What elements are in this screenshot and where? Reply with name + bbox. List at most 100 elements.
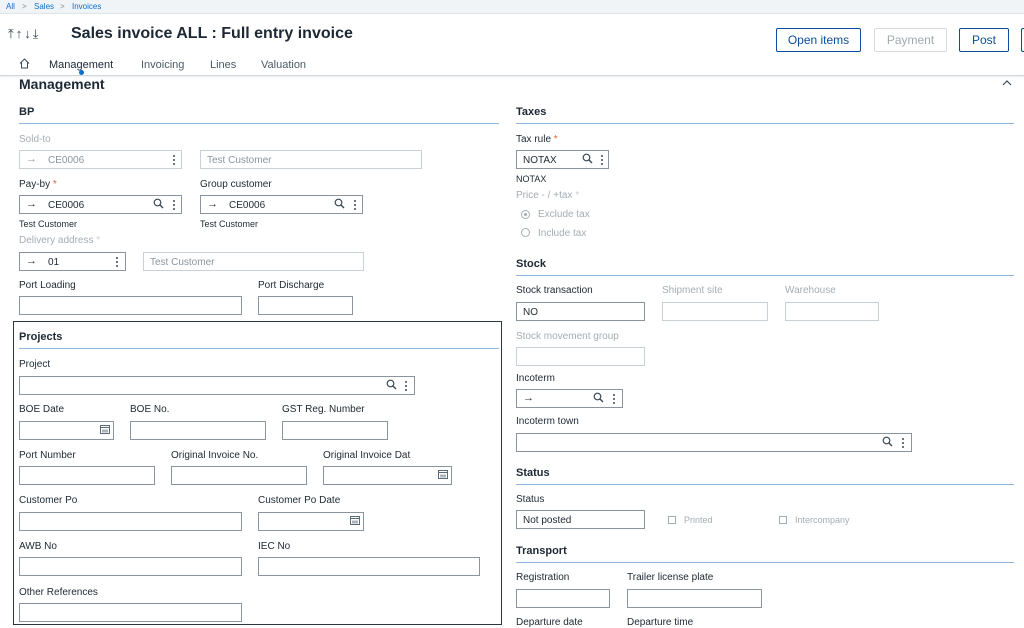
incoterm-town-field[interactable]	[516, 433, 912, 452]
divider	[516, 275, 1014, 276]
gst-reg-label: GST Reg. Number	[282, 404, 365, 415]
sold-to-value: CE0006	[48, 155, 85, 166]
sold-to-field[interactable]: → CE0006	[19, 150, 182, 169]
include-tax-label: Include tax	[538, 228, 587, 239]
group-title-projects: Projects	[19, 331, 63, 343]
more-options-icon[interactable]	[116, 256, 119, 267]
tab-valuation[interactable]: Valuation	[261, 59, 306, 71]
search-icon[interactable]	[334, 198, 345, 212]
registration-input[interactable]	[516, 589, 610, 608]
original-invoice-no-input[interactable]	[171, 466, 307, 485]
record-navigation: ⤒↑↓⤓	[8, 26, 41, 42]
next-record-icon[interactable]: ↓	[24, 26, 33, 41]
iec-no-input[interactable]	[258, 557, 480, 576]
delivery-address-value: 01	[48, 257, 60, 268]
link-arrow-icon[interactable]: →	[26, 255, 37, 267]
shipment-site-input[interactable]	[662, 302, 768, 321]
calendar-icon[interactable]	[438, 469, 448, 482]
open-items-button[interactable]: Open items	[776, 28, 861, 52]
search-icon[interactable]	[593, 392, 604, 406]
previous-record-icon[interactable]: ↑	[16, 26, 25, 41]
stock-movement-group-input[interactable]	[516, 347, 645, 366]
more-options-icon[interactable]	[601, 154, 604, 165]
search-icon[interactable]	[153, 198, 164, 212]
breadcrumb-all[interactable]: All	[6, 2, 15, 11]
tab-lines[interactable]: Lines	[210, 59, 236, 71]
more-options-icon[interactable]	[902, 437, 905, 448]
pay-by-field[interactable]: → CE0006	[19, 195, 182, 214]
printed-checkbox[interactable]	[668, 516, 676, 524]
exclude-tax-radio[interactable]	[521, 210, 530, 219]
more-options-icon[interactable]	[173, 154, 176, 165]
boe-date-input[interactable]	[19, 421, 114, 440]
breadcrumb: All > Sales > Invoices	[0, 0, 1024, 14]
search-icon[interactable]	[582, 153, 593, 167]
group-title-transport: Transport	[516, 545, 567, 557]
link-arrow-icon[interactable]: →	[523, 392, 534, 404]
calendar-icon[interactable]	[350, 515, 360, 528]
original-invoice-date-input[interactable]	[323, 466, 452, 485]
section-title: Management	[19, 76, 105, 92]
calendar-icon[interactable]	[100, 424, 110, 437]
collapse-icon[interactable]	[1002, 78, 1012, 90]
port-discharge-input[interactable]	[258, 296, 353, 315]
divider	[516, 484, 1014, 485]
intercompany-checkbox[interactable]	[779, 516, 787, 524]
include-tax-radio[interactable]	[521, 228, 530, 237]
price-tax-label: Price - / +tax *	[516, 190, 580, 201]
divider	[19, 123, 499, 124]
post-button[interactable]: Post	[959, 28, 1009, 52]
more-options-icon[interactable]	[173, 199, 176, 210]
more-options-icon[interactable]	[613, 393, 616, 404]
more-options-icon[interactable]	[354, 199, 357, 210]
departure-date-label: Departure date	[516, 617, 583, 628]
group-title-stock: Stock	[516, 258, 546, 270]
payment-button[interactable]: Payment	[874, 28, 947, 52]
delivery-address-field[interactable]: → 01	[19, 252, 126, 271]
boe-no-input[interactable]	[130, 421, 266, 440]
boe-date-label: BOE Date	[19, 404, 65, 415]
warehouse-label: Warehouse	[785, 285, 836, 296]
port-loading-input[interactable]	[19, 296, 242, 315]
tax-rule-field[interactable]: NOTAX	[516, 150, 609, 169]
breadcrumb-sales[interactable]: Sales	[34, 2, 54, 11]
customer-po-date-input[interactable]	[258, 512, 364, 531]
tax-rule-label: Tax rule *	[516, 134, 558, 145]
tab-invoicing[interactable]: Invoicing	[141, 59, 184, 71]
page-header: ⤒↑↓⤓ Sales invoice ALL : Full entry invo…	[0, 14, 1024, 76]
home-icon[interactable]	[19, 58, 30, 72]
group-customer-field[interactable]: → CE0006	[200, 195, 363, 214]
delivery-address-name-field: Test Customer	[143, 252, 364, 271]
port-number-input[interactable]	[19, 466, 155, 485]
breadcrumb-invoices[interactable]: Invoices	[72, 2, 101, 11]
search-icon[interactable]	[386, 379, 397, 393]
boe-no-label: BOE No.	[130, 404, 170, 415]
link-arrow-icon[interactable]: →	[207, 198, 218, 210]
stock-transaction-input[interactable]: NO	[516, 302, 645, 321]
tax-rule-value: NOTAX	[523, 155, 557, 166]
project-field[interactable]	[19, 376, 415, 395]
stock-transaction-label: Stock transaction	[516, 285, 593, 296]
divider	[516, 562, 1014, 563]
shipment-site-label: Shipment site	[662, 285, 723, 296]
trailer-license-plate-input[interactable]	[627, 589, 762, 608]
original-invoice-date-label: Original Invoice Dat	[323, 450, 411, 461]
incoterm-field[interactable]: →	[516, 389, 623, 408]
search-icon[interactable]	[882, 436, 893, 450]
other-references-input[interactable]	[19, 603, 242, 622]
gst-reg-input[interactable]	[282, 421, 388, 440]
awb-no-input[interactable]	[19, 557, 242, 576]
first-record-icon[interactable]: ⤒	[8, 26, 16, 41]
last-record-icon[interactable]: ⤓	[33, 26, 41, 41]
customer-po-input[interactable]	[19, 512, 242, 531]
link-arrow-icon[interactable]: →	[26, 198, 37, 210]
more-options-icon[interactable]	[405, 380, 408, 391]
breadcrumb-separator: >	[22, 2, 27, 11]
group-customer-label: Group customer	[200, 179, 272, 190]
warehouse-input[interactable]	[785, 302, 879, 321]
divider	[516, 123, 1014, 124]
link-arrow-icon[interactable]: →	[26, 153, 37, 165]
stock-movement-group-label: Stock movement group	[516, 331, 619, 342]
exclude-tax-label: Exclude tax	[538, 209, 590, 220]
sold-to-name-value: Test Customer	[207, 155, 272, 166]
